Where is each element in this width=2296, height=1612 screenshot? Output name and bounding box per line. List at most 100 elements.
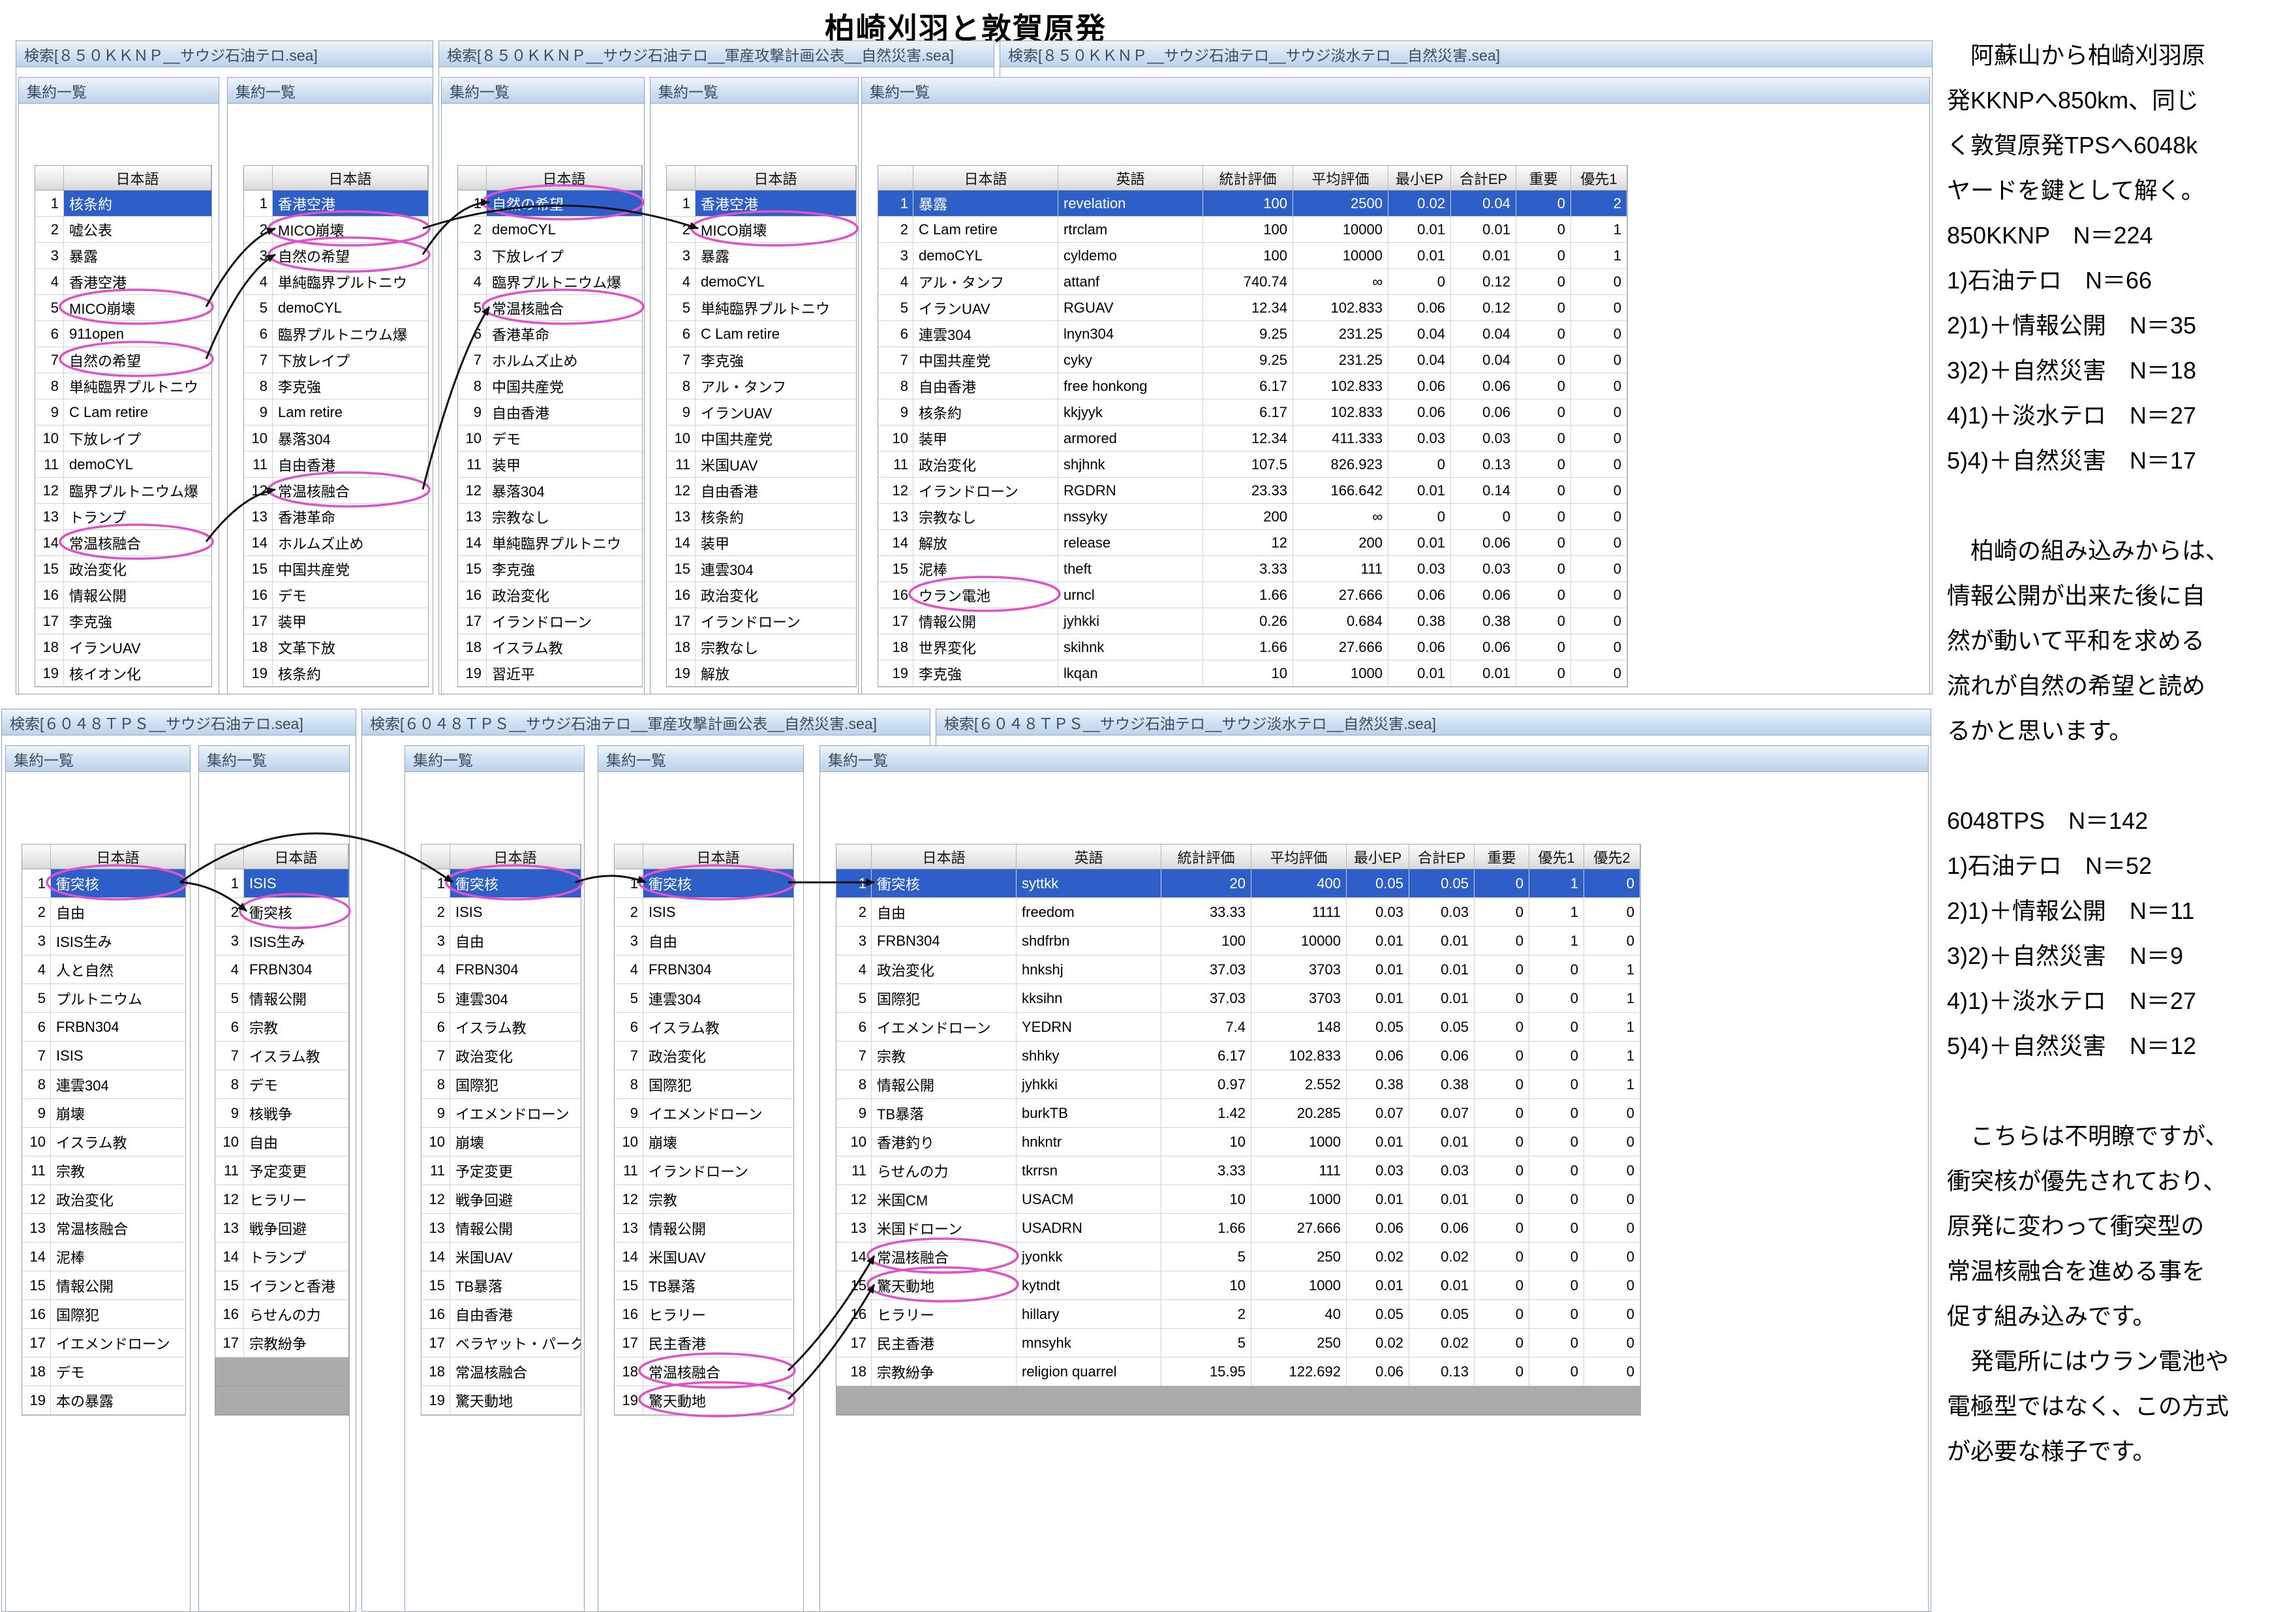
column-header-number[interactable] bbox=[35, 166, 64, 190]
column-header[interactable]: 最小EP bbox=[1388, 166, 1451, 190]
list-row[interactable]: 2自由 bbox=[22, 898, 185, 927]
list-row[interactable]: 10下放レイプ bbox=[35, 426, 211, 452]
table-row[interactable]: 2C Lam retirertrclam100100000.010.0101 bbox=[878, 217, 1627, 243]
table-row[interactable]: 8情報公開jyhkki0.972.5520.380.38001 bbox=[836, 1070, 1640, 1099]
column-header[interactable]: 重要 bbox=[1516, 166, 1571, 190]
list-row[interactable]: 13核条約 bbox=[667, 504, 856, 530]
list-row[interactable]: 2MICO崩壊 bbox=[244, 217, 428, 243]
list-row[interactable]: 5連雲304 bbox=[421, 984, 581, 1013]
table-row[interactable]: 15泥棒theft3.331110.030.0300 bbox=[878, 556, 1627, 582]
list-row[interactable]: 14ホルムズ止め bbox=[244, 530, 428, 556]
list-row[interactable]: 6イスラム教 bbox=[421, 1013, 581, 1042]
list-row[interactable]: 12ヒラリー bbox=[215, 1185, 348, 1214]
list-row[interactable]: 8単純臨界プルトニウ bbox=[35, 373, 211, 399]
list-row[interactable]: 11米国UAV bbox=[667, 452, 856, 478]
list-row[interactable]: 4FRBN304 bbox=[215, 955, 348, 984]
list-row[interactable]: 18文革下放 bbox=[244, 634, 428, 660]
list-row[interactable]: 15TB暴落 bbox=[421, 1271, 581, 1300]
column-header[interactable]: 統計評価 bbox=[1203, 166, 1293, 190]
column-header-number[interactable] bbox=[458, 166, 487, 190]
list-row[interactable]: 6FRBN304 bbox=[22, 1013, 185, 1042]
list-row[interactable]: 10崩壊 bbox=[421, 1128, 581, 1156]
list-row[interactable]: 1香港空港 bbox=[667, 191, 856, 217]
column-header[interactable]: 日本語 bbox=[913, 166, 1058, 190]
list-row[interactable]: 14泥棒 bbox=[22, 1243, 185, 1271]
column-header[interactable]: 優先2 bbox=[1584, 845, 1640, 869]
list-row[interactable]: 9崩壊 bbox=[22, 1099, 185, 1128]
list-row[interactable]: 9Lam retire bbox=[244, 399, 428, 426]
list-row[interactable]: 19驚天動地 bbox=[615, 1386, 793, 1415]
list-row[interactable]: 12戦争回避 bbox=[421, 1185, 581, 1214]
window-titlebar[interactable]: 検索[６０４８ＴＰＳ__サウジ石油テロ__軍産攻撃計画公表__自然災害.sea] bbox=[362, 709, 930, 736]
column-header-number[interactable] bbox=[836, 845, 872, 869]
list-row[interactable]: 6C Lam retire bbox=[667, 321, 856, 347]
table-row[interactable]: 11政治変化shjhnk107.5826.92300.1300 bbox=[878, 452, 1627, 478]
list-row[interactable]: 3自由 bbox=[615, 927, 793, 955]
column-header-japanese[interactable]: 日本語 bbox=[51, 845, 185, 869]
list-row[interactable]: 15連雲304 bbox=[667, 556, 856, 582]
window-titlebar[interactable]: 検索[６０４８ＴＰＳ__サウジ石油テロ__サウジ淡水テロ__自然災害.sea] bbox=[936, 709, 1931, 736]
list-row[interactable]: 14トランプ bbox=[215, 1243, 348, 1271]
list-row[interactable]: 9核戦争 bbox=[215, 1099, 348, 1128]
list-row[interactable]: 4単純臨界プルトニウ bbox=[244, 269, 428, 295]
column-header-japanese[interactable]: 日本語 bbox=[244, 845, 348, 869]
list-row[interactable]: 4FRBN304 bbox=[421, 955, 581, 984]
list-row[interactable]: 7イスラム教 bbox=[215, 1042, 348, 1070]
column-header-japanese[interactable]: 日本語 bbox=[450, 845, 581, 869]
column-header-number[interactable] bbox=[421, 845, 450, 869]
list-row[interactable]: 17ベラヤット・パーク bbox=[421, 1329, 581, 1357]
list-row[interactable]: 5常温核融合 bbox=[458, 295, 642, 321]
list-row[interactable]: 1衝突核 bbox=[615, 869, 793, 898]
column-header[interactable]: 平均評価 bbox=[1251, 845, 1347, 869]
list-row[interactable]: 6宗教 bbox=[215, 1013, 348, 1042]
list-row[interactable]: 17イランドローン bbox=[667, 608, 856, 634]
list-row[interactable]: 7ホルムズ止め bbox=[458, 347, 642, 373]
list-row[interactable]: 19驚天動地 bbox=[421, 1386, 581, 1415]
list-row[interactable]: 11宗教 bbox=[22, 1156, 185, 1185]
list-row[interactable]: 11イランドローン bbox=[615, 1156, 793, 1185]
table-row[interactable]: 10香港釣りhnkntr1010000.010.01000 bbox=[836, 1128, 1640, 1156]
list-row[interactable]: 8中国共産党 bbox=[458, 373, 642, 399]
list-row[interactable]: 7李克強 bbox=[667, 347, 856, 373]
child-window-titlebar[interactable]: 集約一覧 bbox=[651, 78, 858, 104]
list-row[interactable]: 12宗教 bbox=[615, 1185, 793, 1214]
list-row[interactable]: 11装甲 bbox=[458, 452, 642, 478]
list-row[interactable]: 19本の暴露 bbox=[22, 1386, 185, 1415]
list-row[interactable]: 3暴露 bbox=[667, 243, 856, 269]
column-header[interactable]: 重要 bbox=[1475, 845, 1529, 869]
list-row[interactable]: 19習近平 bbox=[458, 660, 642, 687]
list-row[interactable]: 19核イオン化 bbox=[35, 660, 211, 687]
table-row[interactable]: 9核条約kkjyyk6.17102.8330.060.0600 bbox=[878, 399, 1627, 426]
list-row[interactable]: 16デモ bbox=[244, 582, 428, 608]
list-row[interactable]: 5連雲304 bbox=[615, 984, 793, 1013]
list-row[interactable]: 1衝突核 bbox=[421, 869, 581, 898]
list-row[interactable]: 3ISIS生み bbox=[22, 927, 185, 955]
list-row[interactable]: 16国際犯 bbox=[22, 1300, 185, 1329]
list-row[interactable]: 2ISIS bbox=[421, 898, 581, 927]
column-header-japanese[interactable]: 日本語 bbox=[696, 166, 856, 190]
list-row[interactable]: 2MICO崩壊 bbox=[667, 217, 856, 243]
column-header-number[interactable] bbox=[244, 166, 273, 190]
list-row[interactable]: 8国際犯 bbox=[615, 1070, 793, 1099]
list-row[interactable]: 16自由香港 bbox=[421, 1300, 581, 1329]
list-row[interactable]: 16ヒラリー bbox=[615, 1300, 793, 1329]
list-row[interactable]: 13戦争回避 bbox=[215, 1214, 348, 1243]
table-row[interactable]: 14解放release122000.010.0600 bbox=[878, 530, 1627, 556]
list-row[interactable]: 13トランプ bbox=[35, 504, 211, 530]
list-row[interactable]: 13情報公開 bbox=[615, 1214, 793, 1243]
list-row[interactable]: 14米国UAV bbox=[615, 1243, 793, 1271]
column-header-number[interactable] bbox=[22, 845, 51, 869]
column-header-japanese[interactable]: 日本語 bbox=[487, 166, 642, 190]
list-row[interactable]: 12暴落304 bbox=[458, 478, 642, 504]
table-row[interactable]: 4政治変化hnkshj37.0337030.010.01001 bbox=[836, 955, 1640, 984]
column-header[interactable]: 統計評価 bbox=[1161, 845, 1251, 869]
child-window-titlebar[interactable]: 集約一覧 bbox=[862, 78, 1929, 104]
child-window-titlebar[interactable]: 集約一覧 bbox=[405, 746, 584, 772]
list-row[interactable]: 4demoCYL bbox=[667, 269, 856, 295]
column-header-number[interactable] bbox=[878, 166, 913, 190]
list-row[interactable]: 3暴露 bbox=[35, 243, 211, 269]
table-row[interactable]: 6連雲304lnyn3049.25231.250.040.0400 bbox=[878, 321, 1627, 347]
list-row[interactable]: 3ISIS生み bbox=[215, 927, 348, 955]
window-titlebar[interactable]: 検索[８５０ＫＫＮＰ__サウジ石油テロ__サウジ淡水テロ__自然災害.sea] bbox=[1000, 41, 1932, 67]
list-row[interactable]: 1自然の希望 bbox=[458, 191, 642, 217]
